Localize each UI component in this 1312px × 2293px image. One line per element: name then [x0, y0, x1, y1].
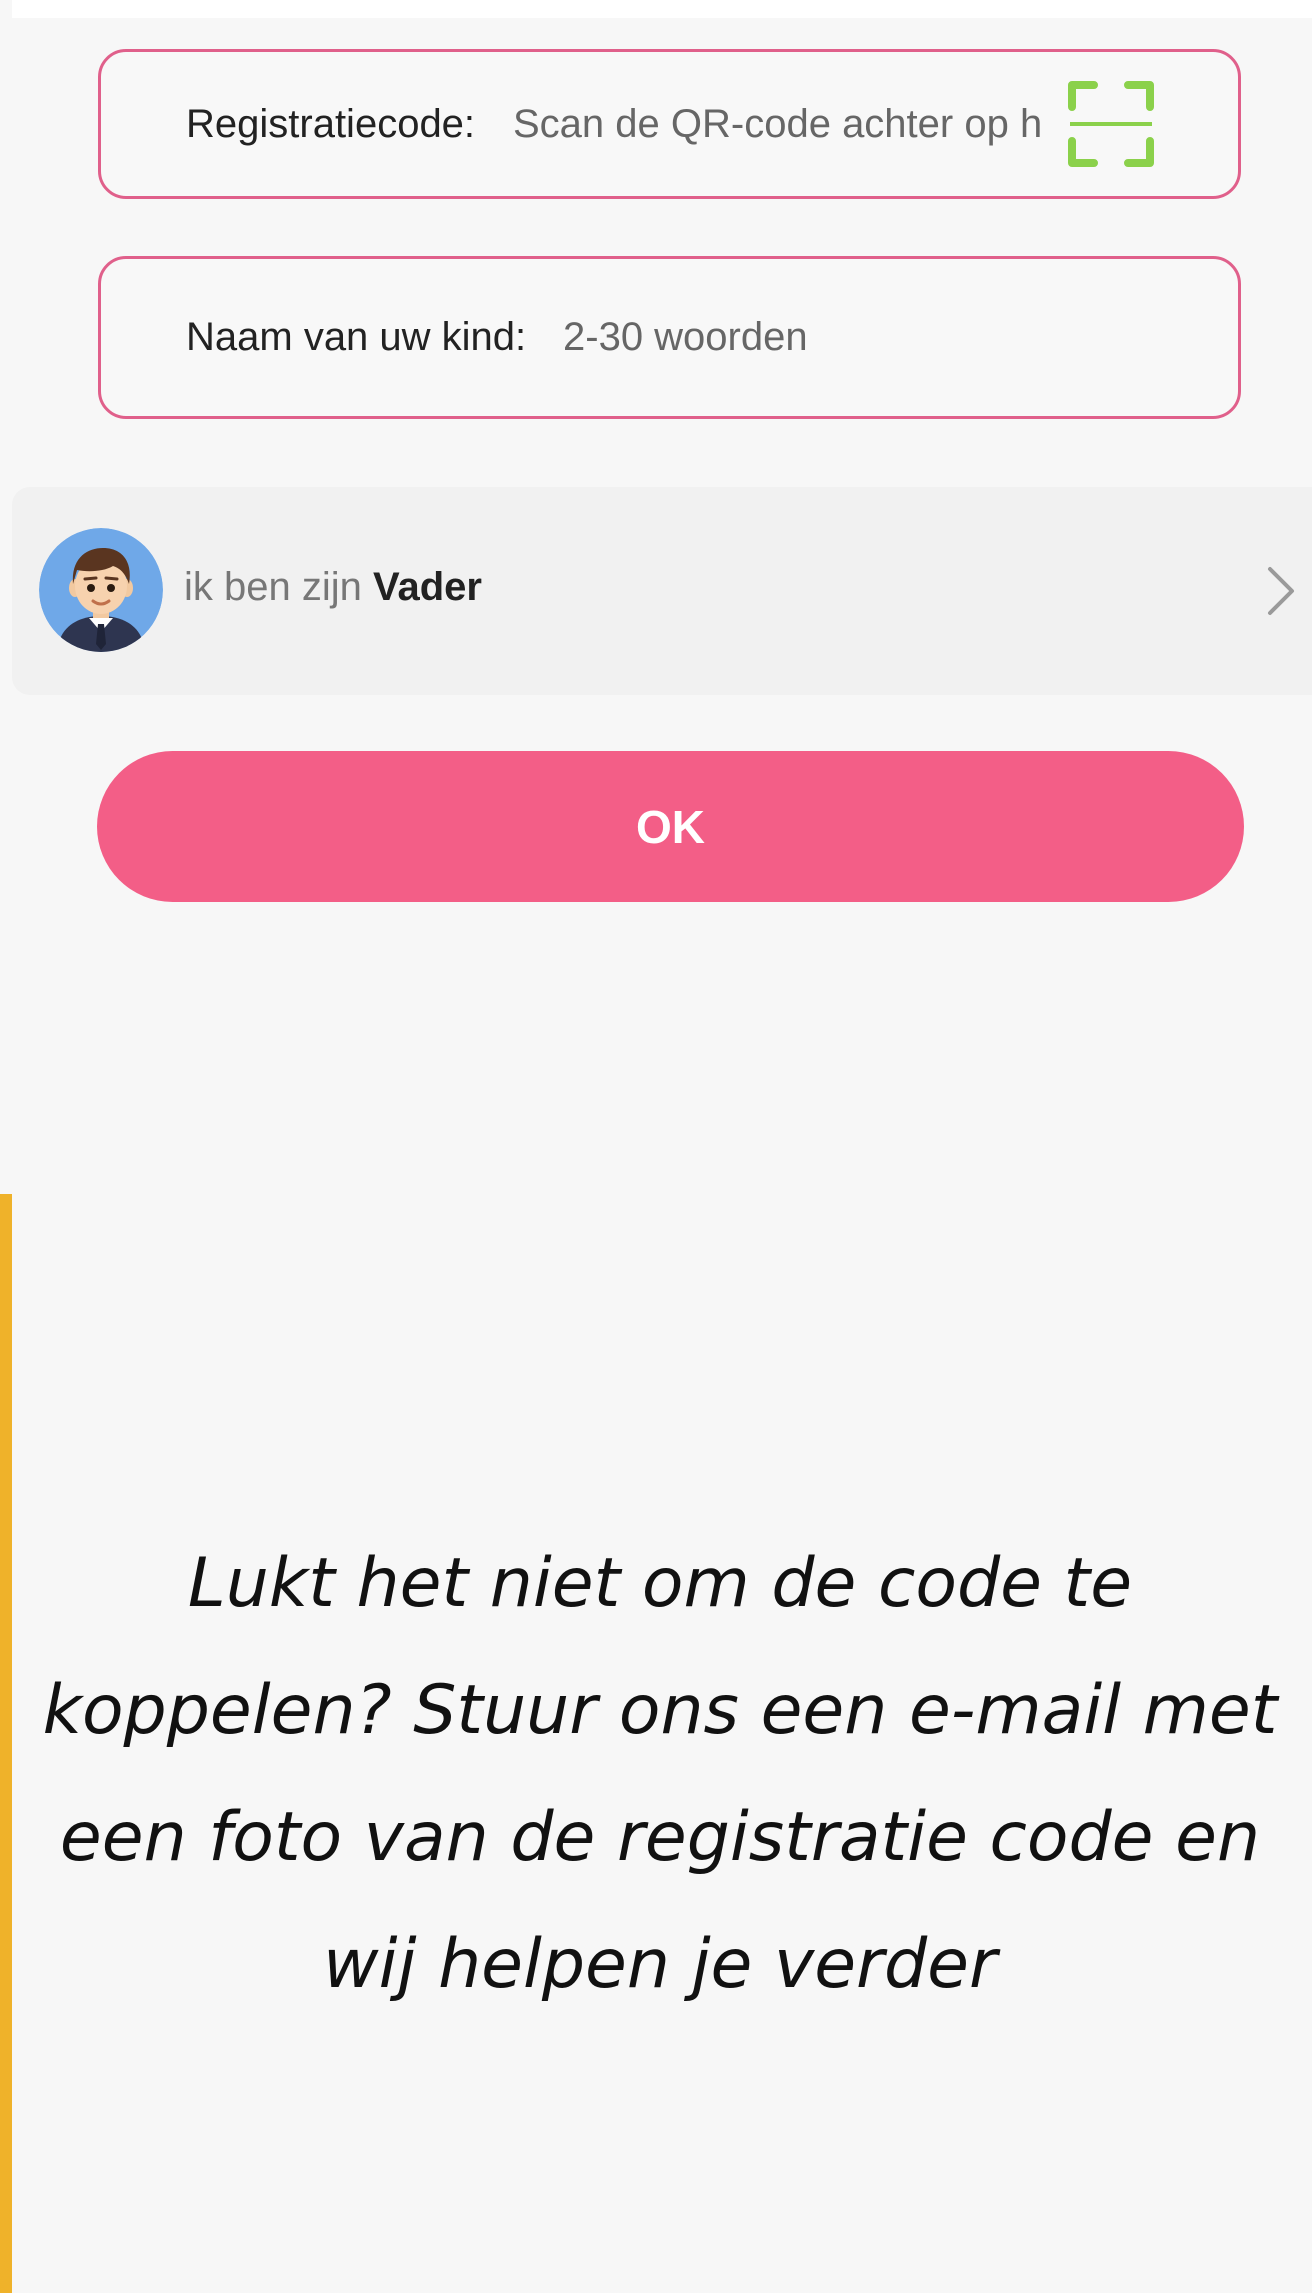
chevron-right-icon	[1260, 563, 1300, 619]
relation-selector[interactable]: ik ben zijn Vader	[12, 487, 1312, 695]
top-strip	[12, 0, 1312, 18]
registration-code-label: Registratiecode:	[186, 101, 476, 146]
registration-screen: Registratiecode: Naam van uw kind:	[0, 0, 1312, 2293]
registration-code-input[interactable]	[513, 94, 1043, 154]
child-name-field[interactable]: Naam van uw kind:	[98, 256, 1241, 419]
relation-text: ik ben zijn Vader	[184, 565, 482, 610]
relation-value: Vader	[373, 565, 482, 609]
registration-code-field[interactable]: Registratiecode:	[98, 49, 1241, 199]
child-name-label: Naam van uw kind:	[186, 315, 527, 359]
qr-scan-icon[interactable]	[1066, 79, 1156, 169]
child-name-input[interactable]	[563, 307, 1123, 368]
accent-bar	[0, 1194, 12, 2293]
relation-prefix: ik ben zijn	[184, 565, 362, 609]
avatar	[39, 528, 163, 652]
help-message: Lukt het niet om de code te koppelen? St…	[42, 1544, 1278, 2004]
ok-button[interactable]: OK	[97, 751, 1244, 902]
